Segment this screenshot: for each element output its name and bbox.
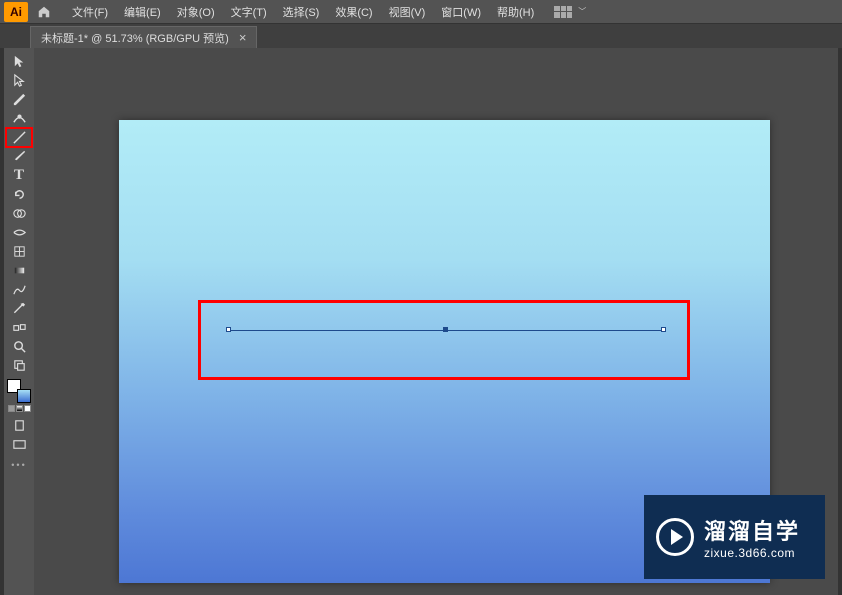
width-tool[interactable] (6, 223, 32, 242)
paintbrush-tool[interactable] (6, 147, 32, 166)
selection-icon (12, 54, 27, 69)
menu-select[interactable]: 选择(S) (275, 1, 328, 23)
blend-tool[interactable] (6, 318, 32, 337)
menu-effect[interactable]: 效果(C) (327, 1, 380, 23)
type-tool[interactable]: T (6, 166, 32, 185)
mesh-icon (12, 244, 27, 259)
direct-selection-tool[interactable] (6, 71, 32, 90)
document-tab[interactable]: 未标题-1* @ 51.73% (RGB/GPU 预览) × (30, 26, 257, 48)
selection-tool[interactable] (6, 52, 32, 71)
line-tool[interactable] (6, 128, 32, 147)
curvature-icon (12, 111, 27, 126)
artboard-icon (12, 358, 27, 373)
draw-mode-tool[interactable] (6, 416, 32, 435)
color-mode-none[interactable] (24, 405, 31, 412)
watermark-url: zixue.3d66.com (704, 546, 800, 560)
play-icon (656, 518, 694, 556)
toolbar: T (4, 48, 34, 595)
line-anchor-center[interactable] (443, 327, 448, 332)
eyedropper-icon (12, 301, 27, 316)
rotate-tool[interactable] (6, 185, 32, 204)
workspace: T (0, 48, 842, 595)
menu-file[interactable]: 文件(F) (64, 1, 116, 23)
menubar: Ai 文件(F) 编辑(E) 对象(O) 文字(T) 选择(S) 效果(C) 视… (0, 0, 842, 24)
chevron-down-icon: ﹀ (578, 6, 586, 17)
eyedropper-tool[interactable] (6, 299, 32, 318)
canvas-area[interactable]: 溜溜自学 zixue.3d66.com (34, 48, 838, 595)
type-icon: T (14, 167, 24, 184)
curvature-tool[interactable] (6, 109, 32, 128)
direct-selection-icon (12, 73, 27, 88)
document-tabstrip: 未标题-1* @ 51.73% (RGB/GPU 预览) × (0, 24, 842, 48)
gradient-tool[interactable] (6, 261, 32, 280)
rotate-icon (12, 187, 27, 202)
color-mode-color[interactable] (8, 405, 15, 412)
zoom-icon (12, 339, 27, 354)
color-mode-row (8, 405, 31, 412)
zoom-tool[interactable] (6, 337, 32, 356)
menu-type[interactable]: 文字(T) (223, 1, 275, 23)
paintbrush-icon (12, 149, 27, 164)
watermark: 溜溜自学 zixue.3d66.com (644, 495, 825, 579)
toolbar-more[interactable]: ••• (11, 460, 26, 470)
pen-icon (12, 92, 27, 107)
watermark-title: 溜溜自学 (704, 514, 800, 546)
shape-builder-tool[interactable] (6, 204, 32, 223)
home-icon (37, 5, 51, 19)
draw-mode-icon (12, 418, 27, 433)
panel-grid-icon (554, 6, 572, 18)
screen-mode-tool[interactable] (6, 435, 32, 454)
blend-icon (12, 320, 27, 335)
menu-window[interactable]: 窗口(W) (433, 1, 489, 23)
menu-object[interactable]: 对象(O) (169, 1, 223, 23)
home-button[interactable] (34, 2, 54, 22)
close-tab-button[interactable]: × (239, 30, 247, 45)
workspace-switcher[interactable]: ﹀ (554, 6, 586, 18)
color-mode-gradient[interactable] (16, 405, 23, 412)
line-anchor-right[interactable] (661, 327, 666, 332)
pencil-icon (12, 282, 27, 297)
menu-view[interactable]: 视图(V) (381, 1, 434, 23)
gradient-icon (12, 263, 27, 278)
right-dock-edge (838, 48, 842, 595)
menu-edit[interactable]: 编辑(E) (116, 1, 169, 23)
stroke-color-swatch[interactable] (17, 389, 31, 403)
line-anchor-left[interactable] (226, 327, 231, 332)
fill-stroke-swatch[interactable] (7, 379, 31, 403)
app-logo: Ai (4, 2, 28, 22)
line-icon (12, 130, 27, 145)
pencil-tool[interactable] (6, 280, 32, 299)
document-tab-label: 未标题-1* @ 51.73% (RGB/GPU 预览) (41, 30, 229, 46)
pen-tool[interactable] (6, 90, 32, 109)
screen-mode-icon (12, 437, 27, 452)
artboard-tool[interactable] (6, 356, 32, 375)
shape-builder-icon (12, 206, 27, 221)
drawn-line-segment[interactable] (229, 330, 663, 331)
mesh-tool[interactable] (6, 242, 32, 261)
menu-help[interactable]: 帮助(H) (489, 1, 542, 23)
width-icon (12, 225, 27, 240)
